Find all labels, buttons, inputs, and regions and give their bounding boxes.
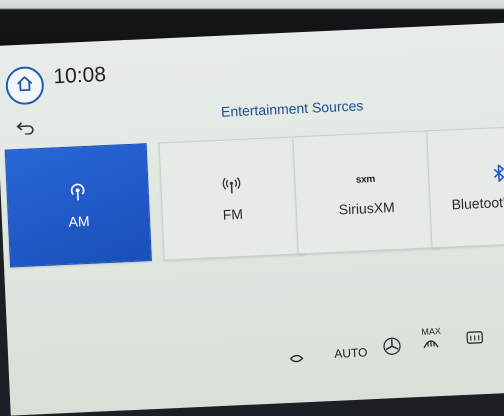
home-icon [15,74,34,98]
climate-fan-icon[interactable] [288,352,305,368]
clock: 10:08 [52,62,107,89]
source-label: SiriusXM [338,198,396,218]
source-tile-bluetooth-audio[interactable]: Bluetooth Audio [426,124,504,249]
rear-defrost-icon[interactable] [465,330,484,348]
source-tile-am[interactable]: AM [4,143,152,268]
max-defrost-button[interactable]: MAX [421,326,442,351]
climate-auto-button[interactable]: AUTO [334,345,368,360]
radio-tower-icon [221,174,242,197]
source-label: FM [222,205,244,223]
broadcast-icon [67,181,88,204]
source-tile-siriusxm[interactable]: sxm SiriusXM [292,130,440,255]
climate-bar: AUTO MAX [8,320,504,385]
infotainment-screen: 10:08 Entertainment Sources AM FM sxm Si… [0,21,504,416]
bluetooth-icon [492,162,504,185]
max-defrost-icon [422,336,442,351]
source-label: Bluetooth Audio [451,192,504,213]
source-tile-fm[interactable]: FM [158,136,306,261]
home-button[interactable] [4,65,45,106]
siriusxm-logo-icon: sxm [355,173,376,186]
source-label: AM [68,212,90,230]
defrost-fan-icon[interactable] [382,336,403,360]
page-title: Entertainment Sources [220,97,364,120]
